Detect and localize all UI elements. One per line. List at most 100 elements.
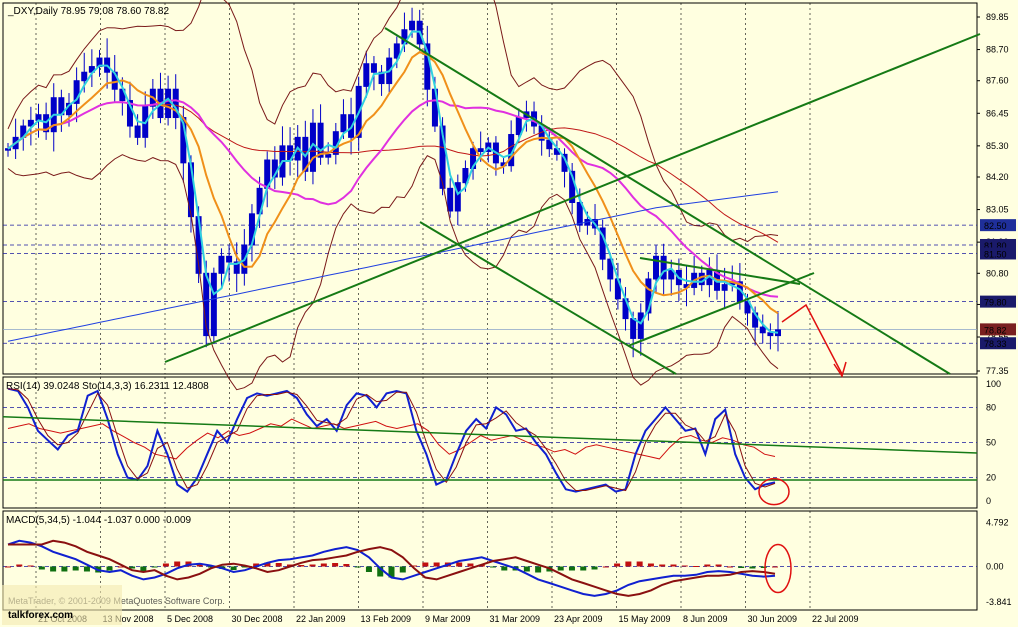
macd-bar [749, 566, 756, 569]
candle [447, 187, 454, 212]
date-label: 23 Apr 2009 [554, 614, 603, 624]
macd-bar [738, 566, 745, 568]
macd-bar [83, 566, 90, 572]
macd-bar [151, 566, 158, 568]
price-level-label: 82.50 [984, 221, 1007, 231]
macd-bar [467, 563, 474, 567]
candle [630, 318, 637, 339]
macd-bar [490, 566, 497, 568]
price-tick-label: 89.85 [986, 12, 1009, 22]
macd-bar [580, 566, 587, 571]
macd-bar [591, 566, 598, 570]
chart-header: _DXY,Daily 78.95 79.08 78.60 78.82 [7, 6, 169, 17]
candle [454, 182, 461, 212]
rsi-tick-label: 100 [986, 379, 1001, 389]
macd-bar [614, 563, 621, 567]
macd-bar [760, 566, 767, 568]
rsi-header: RSI(14) 39.0248 Sto(14,3,3) 16.2311 12.4… [6, 381, 209, 392]
candle [698, 272, 705, 286]
date-label: 5 Dec 2008 [167, 614, 213, 624]
chart-window: 89.8588.7087.6086.4585.3084.2083.0581.90… [0, 0, 1018, 627]
candle [340, 114, 347, 133]
candle [576, 201, 583, 226]
rsi-tick-label: 20 [986, 473, 996, 483]
candle [409, 20, 416, 31]
macd-bar [659, 564, 666, 567]
candle [325, 153, 332, 158]
candle [134, 125, 141, 138]
macd-tick-label: 0.00 [986, 562, 1004, 572]
chart-canvas[interactable]: 89.8588.7087.6086.4585.3084.2083.0581.90… [0, 0, 1018, 627]
rsi-tick-label: 50 [986, 438, 996, 448]
macd-bar [636, 561, 643, 567]
candle [759, 326, 766, 334]
macd-bar [343, 564, 350, 567]
macd-bar [399, 566, 406, 573]
macd-bar [647, 563, 654, 567]
macd-bar [72, 566, 79, 571]
macd-bar [625, 561, 632, 567]
macd-bar [174, 561, 181, 567]
brand-logo: talkforex.com [8, 610, 73, 621]
macd-bar [693, 566, 700, 567]
macd-bar [456, 562, 463, 567]
date-label: 22 Jan 2009 [296, 614, 346, 624]
price-level-label: 78.82 [984, 325, 1007, 335]
candle [363, 63, 370, 87]
candle [218, 255, 225, 274]
macd-bar [332, 563, 339, 567]
macd-bar [681, 565, 688, 567]
candle [477, 148, 484, 153]
date-label: 31 Mar 2009 [490, 614, 541, 624]
macd-bar [557, 566, 564, 571]
price-tick-label: 87.60 [986, 76, 1009, 86]
macd-bar [568, 566, 575, 571]
date-label: 13 Feb 2009 [361, 614, 412, 624]
date-label: 9 Mar 2009 [425, 614, 471, 624]
rsi-tick-label: 80 [986, 402, 996, 412]
macd-bar [772, 566, 778, 568]
macd-bar [422, 562, 429, 567]
macd-bar [670, 564, 677, 567]
macd-bar [106, 566, 113, 571]
date-label: 30 Dec 2008 [232, 614, 283, 624]
macd-bar [298, 565, 305, 567]
panel-frame [2, 2, 978, 375]
price-level-label: 79.80 [984, 298, 1007, 308]
price-level-label: 81.50 [984, 249, 1007, 259]
date-label: 22 Jul 2009 [812, 614, 859, 624]
macd-bar [230, 566, 237, 570]
macd-bar [704, 564, 711, 567]
macd-bar [16, 564, 23, 567]
macd-bar [365, 566, 372, 572]
price-tick-label: 84.20 [986, 172, 1009, 182]
macd-bar [5, 566, 11, 568]
price-tick-label: 88.70 [986, 45, 1009, 55]
macd-tick-label: -3.841 [986, 597, 1012, 607]
candle [637, 312, 644, 339]
macd-bar [535, 566, 542, 573]
macd-bar [715, 564, 722, 567]
candle [210, 272, 217, 337]
price-level-label: 78.33 [984, 339, 1007, 349]
date-label: 8 Jun 2009 [683, 614, 728, 624]
date-label: 30 Jun 2009 [748, 614, 798, 624]
rsi-tick-label: 0 [986, 496, 991, 506]
price-tick-label: 86.45 [986, 108, 1009, 118]
macd-bar [275, 563, 282, 567]
macd-bar [354, 566, 361, 568]
price-tick-label: 80.80 [986, 268, 1009, 278]
macd-header: MACD(5,34,5) -1.044 -1.037 0.000 -0.009 [6, 515, 192, 526]
macd-bar [433, 562, 440, 567]
candle [226, 255, 233, 263]
candle [767, 332, 774, 337]
macd-bar [50, 566, 57, 572]
candle [165, 88, 172, 119]
macd-bar [61, 566, 68, 572]
macd-bar [523, 566, 530, 572]
macd-bar [38, 566, 45, 570]
macd-bar [501, 566, 508, 571]
candle [721, 284, 728, 291]
macd-tick-label: 4.792 [986, 518, 1009, 528]
macd-bar [309, 564, 316, 567]
